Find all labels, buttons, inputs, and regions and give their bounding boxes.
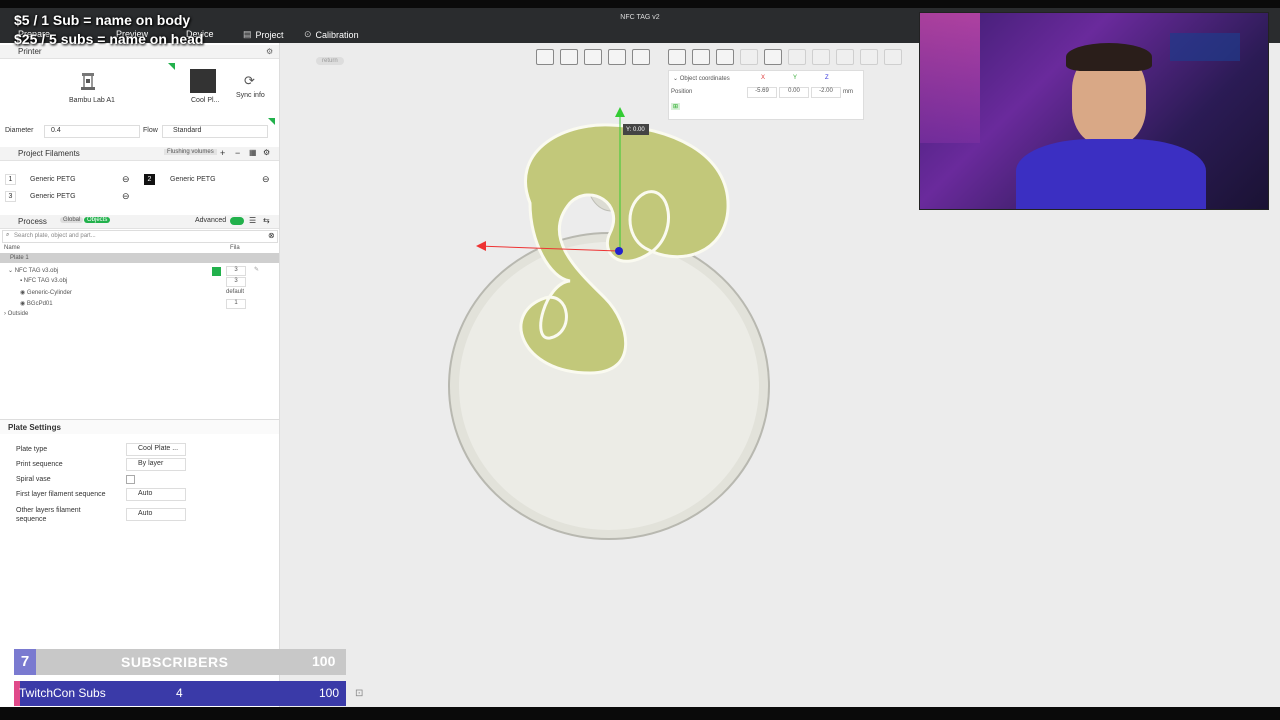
process-list-icon[interactable]: ☰: [249, 216, 256, 225]
column-fila-header: Fila: [230, 245, 240, 251]
other-layers-seq-select[interactable]: Auto: [126, 508, 186, 521]
object-visible-checkbox[interactable]: [212, 267, 221, 276]
webcam-shelf: [1170, 33, 1240, 61]
print-sequence-label: Print sequence: [16, 461, 63, 468]
left-sidebar: Printer ⚙ Bambu Lab A1 Cool Pl... ⟳ Sync…: [0, 43, 280, 707]
object-fila-select[interactable]: 3: [226, 266, 246, 276]
flushing-volumes-button[interactable]: Flushing volumes: [164, 149, 217, 155]
subscriber-count: 7: [14, 649, 36, 675]
add-filament-icon[interactable]: +: [220, 148, 225, 158]
process-global-toggle[interactable]: Global: [60, 217, 84, 223]
donation-line-1: $5 / 1 Sub = name on body: [14, 12, 191, 28]
streamer-shirt: [1016, 139, 1206, 209]
printer-name[interactable]: Bambu Lab A1: [69, 97, 115, 104]
advanced-toggle[interactable]: [230, 217, 244, 225]
filament-3-swatch[interactable]: 3: [5, 191, 16, 202]
search-icon: ⌕: [6, 232, 10, 238]
other-layers-seq-label: Other layers filament sequence: [16, 507, 81, 523]
printer-icon: [81, 73, 95, 90]
filament-2-edit-icon[interactable]: ⊖: [262, 174, 270, 185]
tree-part-row-3[interactable]: ◉ BGcPd01: [20, 300, 53, 307]
twitchcon-goal-label: TwitchCon Subs: [19, 686, 106, 700]
process-objects-toggle[interactable]: Objects: [84, 217, 111, 223]
calibration-icon: ⊙: [304, 29, 312, 39]
column-name-header: Name: [4, 245, 21, 251]
plate-type-select[interactable]: Cool Plate ...: [126, 443, 186, 456]
print-sequence-select[interactable]: By layer: [126, 458, 186, 471]
part-1-fila-select[interactable]: 3: [226, 277, 246, 287]
first-layer-seq-label: First layer filament sequence: [16, 491, 106, 498]
y-readout-text: Y: 0.00: [626, 127, 645, 133]
tab-calibration[interactable]: ⊙ Calibration: [304, 29, 359, 40]
webcam-poster: [920, 13, 980, 143]
plate-icon: [190, 69, 216, 93]
plate-name[interactable]: Cool Pl...: [191, 97, 219, 104]
gizmo-center[interactable]: [615, 247, 623, 255]
tree-part-row-2[interactable]: ◉ Generic-Cylinder: [20, 289, 72, 296]
tag-base-top: [459, 242, 759, 530]
sync-icon[interactable]: ⟳: [244, 73, 255, 89]
tree-object-row[interactable]: ⌄ NFC TAG v3.obj: [8, 267, 58, 274]
filament-2-swatch[interactable]: 2: [144, 174, 155, 185]
y-axis-arrowhead[interactable]: [615, 107, 625, 117]
filament-2-name[interactable]: Generic PETG: [170, 176, 216, 183]
process-compare-icon[interactable]: ⇆: [263, 216, 270, 225]
filament-3-edit-icon[interactable]: ⊖: [122, 191, 130, 202]
diameter-label: Diameter: [5, 127, 34, 134]
twitchcon-goal-count: 4: [176, 686, 183, 700]
diameter-select[interactable]: 0.4: [44, 125, 140, 138]
plate-type-label: Plate type: [16, 446, 48, 453]
object-search-input[interactable]: ⌕ Search plate, object and part... ⊗: [2, 230, 278, 243]
spiral-vase-label: Spiral vase: [16, 476, 51, 483]
streamer-hair: [1066, 43, 1152, 71]
filament-1-name[interactable]: Generic PETG: [30, 176, 76, 183]
sync-info-button[interactable]: Sync info: [236, 92, 265, 99]
part-2-fila[interactable]: default: [226, 289, 244, 295]
project-icon: ▤: [243, 29, 252, 39]
tree-outside-row[interactable]: › Outside: [4, 311, 28, 317]
donation-line-2: $25 / 5 subs = name on head: [14, 31, 204, 47]
tree-part-row-1[interactable]: ▪ NFC TAG v3.obj: [20, 278, 67, 284]
printer-section-header: Printer: [0, 45, 279, 59]
webcam-feed: [919, 12, 1269, 210]
remove-filament-icon[interactable]: −: [235, 148, 240, 158]
plate-settings-header: Plate Settings: [0, 419, 279, 434]
first-layer-seq-select[interactable]: Auto: [126, 488, 186, 501]
object-edit-icon[interactable]: ✎: [254, 266, 259, 273]
subscriber-goal-label: SUBSCRIBERS: [121, 654, 229, 670]
spiral-vase-checkbox[interactable]: [126, 475, 135, 484]
edit-flag-icon: [168, 63, 175, 70]
subscriber-goal-max: 100: [312, 653, 336, 669]
filament-1-swatch[interactable]: 1: [5, 174, 16, 185]
flow-label: Flow: [143, 127, 158, 134]
x-axis-arrowhead[interactable]: [476, 241, 486, 251]
tree-plate-row[interactable]: Plate 1: [0, 253, 279, 263]
printer-settings-icon[interactable]: ⚙: [266, 47, 273, 56]
flow-modified-flag: [268, 118, 275, 125]
flow-select[interactable]: Standard: [162, 125, 268, 138]
clear-search-icon[interactable]: ⊗: [268, 231, 275, 240]
filament-grid-icon[interactable]: ▦: [249, 148, 257, 157]
part-3-fila-select[interactable]: 1: [226, 299, 246, 309]
filament-3-name[interactable]: Generic PETG: [30, 193, 76, 200]
snapshot-icon[interactable]: ⊡: [355, 688, 363, 699]
twitchcon-goal-max: 100: [319, 686, 340, 700]
filament-1-edit-icon[interactable]: ⊖: [122, 174, 130, 185]
tab-project[interactable]: ▤ Project: [243, 29, 284, 40]
filament-settings-icon[interactable]: ⚙: [263, 148, 270, 157]
advanced-label: Advanced: [195, 217, 227, 224]
